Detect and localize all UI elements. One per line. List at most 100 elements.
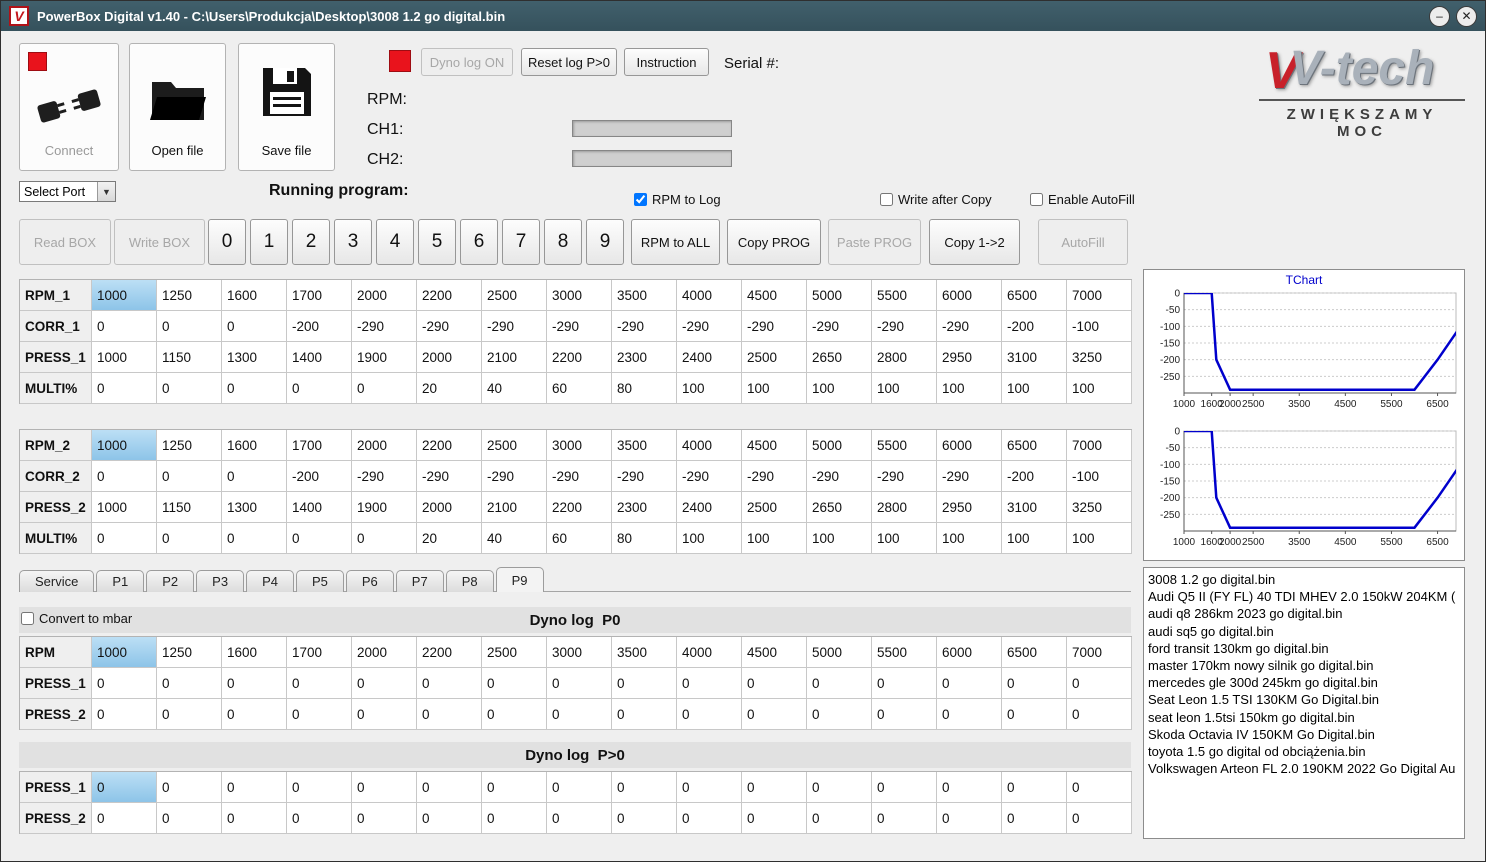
data-cell[interactable]: 0	[1002, 668, 1067, 699]
data-cell[interactable]: 2100	[482, 342, 547, 373]
data-cell[interactable]: -100	[1067, 461, 1132, 492]
data-cell[interactable]: 0	[287, 668, 352, 699]
data-cell[interactable]: -290	[677, 311, 742, 342]
data-cell[interactable]: 0	[482, 668, 547, 699]
copy-prog-button[interactable]: Copy PROG	[727, 219, 821, 265]
data-cell[interactable]: 4500	[742, 637, 807, 668]
data-cell[interactable]: 0	[482, 803, 547, 834]
data-cell[interactable]: 0	[157, 461, 222, 492]
digit-button-2[interactable]: 2	[292, 219, 330, 265]
tab-p8[interactable]: P8	[445, 570, 494, 592]
reset-log-button[interactable]: Reset log P>0	[521, 48, 617, 76]
data-cell[interactable]: 0	[287, 373, 352, 404]
data-cell[interactable]: -290	[677, 461, 742, 492]
tab-p2[interactable]: P2	[146, 570, 195, 592]
data-cell[interactable]: 0	[92, 668, 157, 699]
data-cell[interactable]: 0	[1067, 668, 1132, 699]
data-cell[interactable]: -290	[937, 461, 1002, 492]
data-cell[interactable]: 0	[92, 311, 157, 342]
data-cell[interactable]: 0	[547, 772, 612, 803]
data-cell[interactable]: 0	[677, 668, 742, 699]
data-cell[interactable]: 0	[807, 668, 872, 699]
data-cell[interactable]: 2000	[352, 637, 417, 668]
data-cell[interactable]: 0	[157, 803, 222, 834]
data-cell[interactable]: 0	[677, 699, 742, 730]
file-list-item[interactable]: mercedes gle 300d 245km go digital.bin	[1148, 674, 1464, 691]
data-cell[interactable]: 4500	[742, 280, 807, 311]
data-cell[interactable]: -200	[287, 311, 352, 342]
data-cell[interactable]: 6000	[937, 280, 1002, 311]
data-cell[interactable]: -290	[547, 461, 612, 492]
data-cell[interactable]: 0	[482, 699, 547, 730]
data-cell[interactable]: 3500	[612, 430, 677, 461]
data-cell[interactable]: 0	[807, 699, 872, 730]
rpm-to-log-checkbox[interactable]	[634, 193, 647, 206]
data-cell[interactable]: 0	[157, 699, 222, 730]
data-cell[interactable]: -290	[807, 311, 872, 342]
file-list-item[interactable]: seat leon 1.5tsi 150km go digital.bin	[1148, 709, 1464, 726]
convert-to-mbar-checkbox[interactable]	[21, 612, 34, 625]
data-cell[interactable]: 0	[547, 803, 612, 834]
minimize-button[interactable]: –	[1429, 5, 1450, 27]
data-cell[interactable]: 0	[417, 699, 482, 730]
file-list-item[interactable]: Volkswagen Arteon FL 2.0 190KM 2022 Go D…	[1148, 760, 1464, 777]
data-cell[interactable]: 0	[872, 803, 937, 834]
data-cell[interactable]: 100	[872, 523, 937, 554]
data-cell[interactable]: 0	[352, 803, 417, 834]
data-cell[interactable]: 80	[612, 523, 677, 554]
data-cell[interactable]: 6500	[1002, 637, 1067, 668]
data-cell[interactable]: 0	[482, 772, 547, 803]
data-cell[interactable]: 3000	[547, 280, 612, 311]
data-cell[interactable]: 0	[742, 668, 807, 699]
file-list-item[interactable]: master 170km nowy silnik go digital.bin	[1148, 657, 1464, 674]
data-cell[interactable]: 2200	[417, 637, 482, 668]
data-cell[interactable]: 0	[1067, 803, 1132, 834]
data-cell[interactable]: 100	[742, 523, 807, 554]
data-cell[interactable]: 4500	[742, 430, 807, 461]
data-cell[interactable]: 100	[1067, 523, 1132, 554]
data-cell[interactable]: 4000	[677, 430, 742, 461]
digit-button-7[interactable]: 7	[502, 219, 540, 265]
select-port-dropdown[interactable]: Select Port ▼	[19, 181, 116, 202]
data-cell[interactable]: 0	[1002, 699, 1067, 730]
data-cell[interactable]: -290	[807, 461, 872, 492]
data-cell[interactable]: -290	[937, 311, 1002, 342]
tab-p4[interactable]: P4	[246, 570, 294, 592]
data-cell[interactable]: 6500	[1002, 280, 1067, 311]
data-cell[interactable]: 0	[222, 311, 287, 342]
data-cell[interactable]: -290	[872, 311, 937, 342]
data-cell[interactable]: 5500	[872, 430, 937, 461]
data-cell[interactable]: 7000	[1067, 280, 1132, 311]
data-cell[interactable]: 100	[677, 373, 742, 404]
data-cell[interactable]: 2500	[482, 430, 547, 461]
read-box-button[interactable]: Read BOX	[19, 219, 111, 265]
data-cell[interactable]: 1000	[92, 280, 157, 311]
data-cell[interactable]: 2000	[417, 342, 482, 373]
write-box-button[interactable]: Write BOX	[114, 219, 205, 265]
data-cell[interactable]: 0	[287, 772, 352, 803]
data-cell[interactable]: 0	[872, 772, 937, 803]
data-cell[interactable]: 2000	[352, 280, 417, 311]
data-cell[interactable]: 2300	[612, 342, 677, 373]
data-cell[interactable]: -200	[1002, 311, 1067, 342]
data-cell[interactable]: -290	[482, 311, 547, 342]
data-cell[interactable]: 0	[547, 668, 612, 699]
data-cell[interactable]: -290	[417, 461, 482, 492]
data-cell[interactable]: 1250	[157, 430, 222, 461]
data-cell[interactable]: 1400	[287, 492, 352, 523]
data-cell[interactable]: 1150	[157, 492, 222, 523]
data-cell[interactable]: 2200	[547, 492, 612, 523]
data-cell[interactable]: 0	[612, 668, 677, 699]
data-cell[interactable]: 0	[612, 803, 677, 834]
file-list-item[interactable]: audi q8 286km 2023 go digital.bin	[1148, 605, 1464, 622]
data-cell[interactable]: 0	[807, 772, 872, 803]
data-cell[interactable]: 2500	[482, 280, 547, 311]
data-cell[interactable]: 1700	[287, 280, 352, 311]
data-cell[interactable]: -200	[1002, 461, 1067, 492]
dyno-log-on-button[interactable]: Dyno log ON	[421, 48, 513, 76]
data-cell[interactable]: 0	[92, 461, 157, 492]
data-cell[interactable]: 1000	[92, 342, 157, 373]
data-cell[interactable]: 100	[872, 373, 937, 404]
data-cell[interactable]: 0	[157, 668, 222, 699]
data-cell[interactable]: 6500	[1002, 430, 1067, 461]
